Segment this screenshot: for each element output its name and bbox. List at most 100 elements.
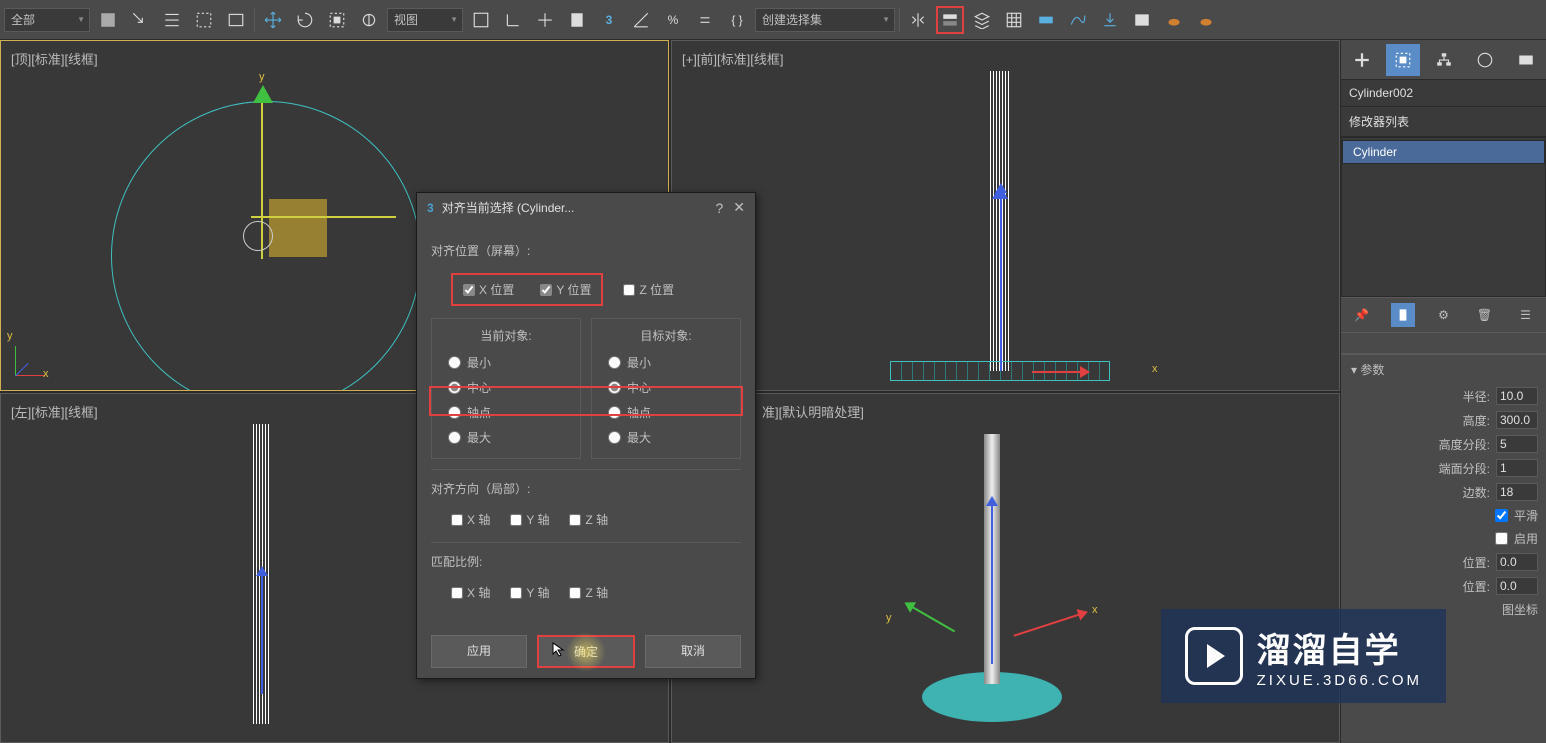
param-height-input[interactable]	[1496, 411, 1538, 429]
chk-y-input[interactable]	[540, 284, 552, 296]
radio-target-max[interactable]: 最大	[600, 425, 732, 450]
scene-icon[interactable]	[1000, 6, 1028, 34]
chk-orient-x[interactable]: X 轴	[451, 511, 490, 528]
place-icon[interactable]	[355, 6, 383, 34]
chk-orient-z[interactable]: Z 轴	[569, 511, 608, 528]
toggle-icon[interactable]	[1032, 6, 1060, 34]
arrow-icon[interactable]	[126, 6, 154, 34]
panel-tabs	[1341, 40, 1546, 80]
chk-scale-x[interactable]: X 轴	[451, 584, 490, 601]
ok-button-label: 确定	[574, 645, 598, 659]
watermark-text: 溜溜自学 ZIXUE.3D66.COM	[1257, 623, 1422, 689]
apply-button[interactable]: 应用	[431, 635, 527, 668]
percent-icon[interactable]: %	[659, 6, 687, 34]
section-scale: 匹配比例: X 轴 Y 轴 Z 轴	[431, 543, 741, 615]
tab-display[interactable]	[1509, 44, 1543, 76]
remove-icon[interactable]: 🗑	[1473, 303, 1497, 327]
tab-motion[interactable]	[1468, 44, 1502, 76]
render-icon[interactable]	[1128, 6, 1156, 34]
tab-modify[interactable]	[1386, 44, 1420, 76]
tab-hierarchy[interactable]	[1427, 44, 1461, 76]
axis-icon[interactable]	[499, 6, 527, 34]
rotate-icon[interactable]	[291, 6, 319, 34]
align-icon[interactable]	[936, 6, 964, 34]
axis-x-label: x	[1092, 604, 1098, 616]
param-pos2: 位置:	[1341, 574, 1546, 598]
curve-icon[interactable]	[1064, 6, 1092, 34]
gizmo-z-arrowhead	[992, 185, 1008, 199]
close-icon[interactable]: ✕	[733, 199, 745, 216]
gizmo-x-arrow	[1032, 371, 1082, 373]
chk-x-input[interactable]	[463, 284, 475, 296]
chk-scale-y[interactable]: Y 轴	[510, 584, 549, 601]
param-smooth-checkbox[interactable]	[1495, 509, 1508, 522]
snap3-icon[interactable]: 3	[595, 6, 623, 34]
chk-orient-y[interactable]: Y 轴	[510, 511, 549, 528]
params-header[interactable]: ▾ 参数	[1341, 354, 1546, 384]
doc-icon[interactable]	[563, 6, 591, 34]
filter-icon[interactable]	[94, 6, 122, 34]
radio-target-min[interactable]: 最小	[600, 350, 732, 375]
param-cap-seg-input[interactable]	[1496, 459, 1538, 477]
configure-icon[interactable]: ☰	[1514, 303, 1538, 327]
chk-x-position[interactable]: X 位置	[463, 281, 514, 298]
radio-current-max[interactable]: 最大	[440, 425, 572, 450]
teapot2-icon[interactable]	[1192, 6, 1220, 34]
section-position-title: 对齐位置（屏幕）:	[431, 242, 741, 259]
brace-icon[interactable]: { }	[723, 6, 751, 34]
list-icon[interactable]	[158, 6, 186, 34]
param-enable-label: 启用	[1514, 530, 1538, 547]
dialog-buttons: 应用 确定 取消	[417, 625, 755, 678]
dialog-titlebar[interactable]: 3 对齐当前选择 (Cylinder... ? ✕	[417, 193, 755, 222]
chk-z-input[interactable]	[623, 284, 635, 296]
chk-y-position[interactable]: Y 位置	[540, 281, 591, 298]
teapot-icon[interactable]	[1160, 6, 1188, 34]
current-target-columns: 当前对象: 最小 中心 轴点 最大 目标对象: 最小 中心 轴点 最大	[431, 318, 741, 459]
object-name-field[interactable]: Cylinder002	[1341, 80, 1546, 107]
layers-icon[interactable]	[968, 6, 996, 34]
angle-snap-icon[interactable]	[627, 6, 655, 34]
selection-set-select[interactable]: 创建选择集	[755, 8, 895, 32]
window-icon[interactable]	[222, 6, 250, 34]
radio-current-pivot[interactable]: 轴点	[440, 400, 572, 425]
grid-icon[interactable]	[467, 6, 495, 34]
show-result-icon[interactable]	[1391, 303, 1415, 327]
scope-select[interactable]: 全部	[4, 8, 90, 32]
pin-icon[interactable]: 📌	[1350, 303, 1374, 327]
tab-create[interactable]	[1345, 44, 1379, 76]
position-checkbox-row: X 位置 Y 位置 Z 位置	[431, 269, 741, 310]
modifier-stack[interactable]: Cylinder	[1341, 137, 1546, 297]
radio-current-center[interactable]: 中心	[440, 375, 572, 400]
param-pos1-label: 位置:	[1463, 554, 1490, 571]
unique-icon[interactable]: ⚙	[1432, 303, 1456, 327]
viewport-front[interactable]: [+][前][标准][线框] x	[671, 40, 1340, 391]
param-sides-input[interactable]	[1496, 483, 1538, 501]
radio-target-pivot[interactable]: 轴点	[600, 400, 732, 425]
mini-axis-icon: x y	[15, 336, 55, 376]
radio-current-min[interactable]: 最小	[440, 350, 572, 375]
center-icon[interactable]	[531, 6, 559, 34]
param-pos2-input[interactable]	[1496, 577, 1538, 595]
view-select[interactable]: 视图	[387, 8, 463, 32]
spinner-icon[interactable]	[691, 6, 719, 34]
move-icon[interactable]	[259, 6, 287, 34]
target-object-column: 目标对象: 最小 中心 轴点 最大	[591, 318, 741, 459]
modifier-item[interactable]: Cylinder	[1342, 140, 1545, 164]
rect-select-icon[interactable]	[190, 6, 218, 34]
param-enable-checkbox[interactable]	[1495, 532, 1508, 545]
scale-icon[interactable]	[323, 6, 351, 34]
param-height-seg-input[interactable]	[1496, 435, 1538, 453]
param-pos1-input[interactable]	[1496, 553, 1538, 571]
param-radius-input[interactable]	[1496, 387, 1538, 405]
chk-z-position[interactable]: Z 位置	[623, 273, 674, 306]
chk-scale-z[interactable]: Z 轴	[569, 584, 608, 601]
help-icon[interactable]: ?	[715, 200, 723, 216]
mirror-icon[interactable]	[904, 6, 932, 34]
modifier-list-label[interactable]: 修改器列表	[1341, 107, 1546, 137]
axis-x-line	[251, 216, 396, 218]
ok-button[interactable]: 确定	[537, 635, 635, 668]
radio-target-center[interactable]: 中心	[600, 375, 732, 400]
param-height-seg-label: 高度分段:	[1439, 436, 1490, 453]
download-icon[interactable]	[1096, 6, 1124, 34]
cancel-button[interactable]: 取消	[645, 635, 741, 668]
